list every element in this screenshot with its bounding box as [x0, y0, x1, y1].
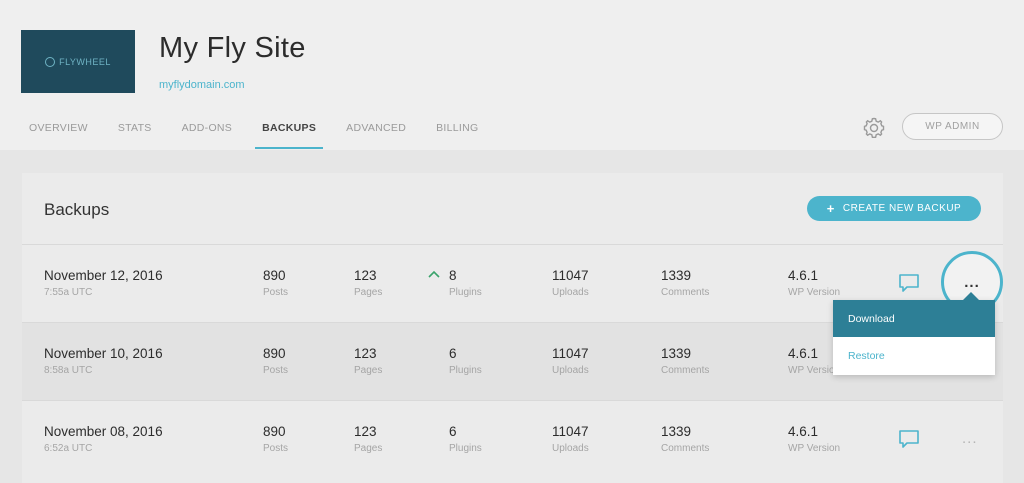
uploads-count: 11047: [552, 424, 589, 439]
site-logo[interactable]: FLYWHEEL: [21, 30, 135, 93]
trend-up-icon: [428, 270, 440, 278]
backup-time: 6:52a UTC: [44, 443, 93, 454]
wp-version-label: WP Version: [788, 287, 841, 298]
backup-time: 7:55a UTC: [44, 287, 93, 298]
comments-count: 1339: [661, 346, 692, 361]
site-header: FLYWHEEL My Fly Site myflydomain.com OVE…: [0, 0, 1024, 150]
pages-label: Pages: [354, 365, 383, 376]
logo-text: FLYWHEEL: [59, 56, 111, 67]
comment-icon[interactable]: [898, 429, 920, 449]
create-backup-label: CREATE NEW BACKUP: [842, 203, 962, 214]
uploads-count: 11047: [552, 346, 589, 361]
plugins-label: Plugins: [449, 443, 482, 454]
pages-count: 123: [354, 268, 377, 283]
tab-advanced[interactable]: ADVANCED: [346, 122, 406, 150]
uploads-label: Uploads: [552, 443, 589, 454]
uploads-label: Uploads: [552, 365, 589, 376]
posts-label: Posts: [263, 443, 289, 454]
tab-backups[interactable]: BACKUPS: [255, 122, 324, 150]
comments-label: Comments: [661, 443, 710, 454]
site-url-link[interactable]: myflydomain.com: [159, 79, 245, 91]
posts-count: 890: [263, 424, 286, 439]
pages-label: Pages: [354, 287, 383, 298]
tab-billing[interactable]: BILLING: [436, 122, 478, 150]
tab-stats[interactable]: STATS: [118, 122, 152, 150]
uploads-count: 11047: [552, 268, 589, 283]
tab-add-ons[interactable]: ADD-ONS: [182, 122, 233, 150]
tab-overview[interactable]: OVERVIEW: [29, 122, 88, 150]
gear-icon[interactable]: [862, 116, 886, 140]
comment-icon[interactable]: [898, 273, 920, 293]
plugins-label: Plugins: [449, 365, 482, 376]
comments-count: 1339: [661, 424, 692, 439]
wp-version-value: 4.6.1: [788, 268, 819, 283]
plugins-label: Plugins: [449, 287, 482, 298]
pages-count: 123: [354, 424, 377, 439]
plugins-count: 6: [449, 424, 457, 439]
plus-icon: +: [826, 201, 835, 216]
backup-date: November 10, 2016: [44, 346, 163, 361]
wp-version-value: 4.6.1: [788, 424, 819, 439]
create-new-backup-button[interactable]: + CREATE NEW BACKUP: [807, 196, 981, 221]
wp-admin-button[interactable]: WP ADMIN: [902, 113, 1003, 140]
uploads-label: Uploads: [552, 287, 589, 298]
posts-count: 890: [263, 346, 286, 361]
more-options-button[interactable]: ...: [962, 431, 978, 446]
plugins-count: 6: [449, 346, 457, 361]
comments-label: Comments: [661, 365, 710, 376]
site-title: My Fly Site: [159, 32, 306, 64]
flywheel-logo-icon: [45, 56, 56, 67]
backup-actions-menu: Download Restore: [833, 292, 995, 375]
backup-date: November 08, 2016: [44, 424, 163, 439]
backup-date: November 12, 2016: [44, 268, 163, 283]
posts-count: 890: [263, 268, 286, 283]
menu-item-download[interactable]: Download: [833, 300, 995, 337]
backup-row: November 08, 2016 6:52a UTC 890 Posts 123 P…: [22, 401, 1003, 479]
comments-count: 1339: [661, 268, 692, 283]
site-tabs: OVERVIEW STATS ADD-ONS BACKUPS ADVANCED …: [29, 122, 509, 150]
pages-label: Pages: [354, 443, 383, 454]
wp-version-label: WP Version: [788, 443, 841, 454]
backups-header: Backups + CREATE NEW BACKUP: [22, 173, 1003, 245]
posts-label: Posts: [263, 365, 289, 376]
backups-title: Backups: [44, 200, 110, 219]
menu-item-restore[interactable]: Restore: [833, 337, 995, 374]
backup-time: 8:58a UTC: [44, 365, 93, 376]
comments-label: Comments: [661, 287, 710, 298]
pages-count: 123: [354, 346, 377, 361]
plugins-count: 8: [449, 268, 457, 283]
posts-label: Posts: [263, 287, 289, 298]
